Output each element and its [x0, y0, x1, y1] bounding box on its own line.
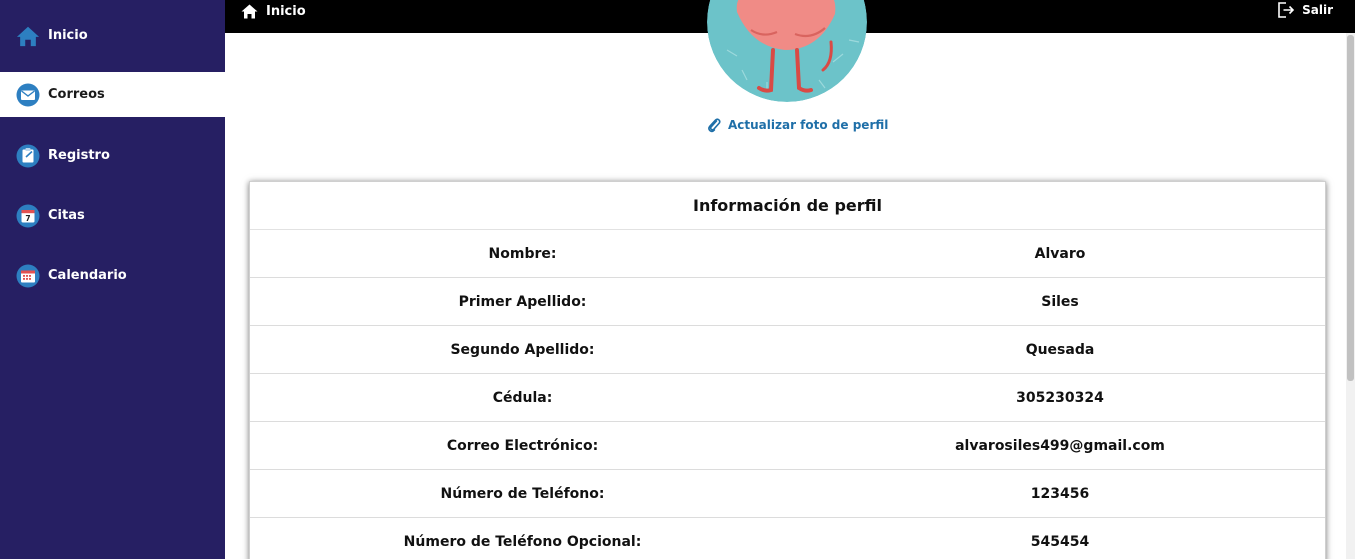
- sidebar-item-registro[interactable]: Registro: [0, 133, 225, 178]
- table-row: Primer Apellido: Siles: [250, 278, 1325, 326]
- field-label: Nombre:: [488, 245, 557, 262]
- topbar-home-link[interactable]: Inicio: [241, 4, 306, 19]
- svg-text:7: 7: [25, 213, 30, 222]
- field-label: Número de Teléfono:: [440, 485, 605, 502]
- vertical-scrollbar[interactable]: [1346, 33, 1355, 559]
- field-label: Número de Teléfono Opcional:: [403, 533, 642, 550]
- profile-info-title: Información de perfil: [250, 182, 1325, 230]
- field-value: Siles: [1041, 293, 1079, 310]
- sidebar-item-label: Inicio: [48, 28, 88, 43]
- sidebar-item-label: Citas: [48, 208, 85, 223]
- update-profile-photo-link[interactable]: Actualizar foto de perfil: [707, 117, 888, 133]
- field-label: Correo Electrónico:: [446, 437, 599, 454]
- table-row: Número de Teléfono: 123456: [250, 470, 1325, 518]
- update-photo-label: Actualizar foto de perfil: [728, 118, 889, 132]
- field-value: 305230324: [1016, 389, 1104, 406]
- field-label: Cédula:: [492, 389, 553, 406]
- sidebar-item-citas[interactable]: 7 Citas: [0, 193, 225, 238]
- field-value: Quesada: [1025, 341, 1095, 358]
- sidebar-item-label: Correos: [48, 87, 105, 102]
- logout-button[interactable]: Salir: [1277, 1, 1333, 19]
- sidebar-item-correos[interactable]: Correos: [0, 72, 225, 117]
- field-label: Primer Apellido:: [458, 293, 587, 310]
- field-value: 123456: [1030, 485, 1090, 502]
- sidebar-item-label: Registro: [48, 148, 110, 163]
- profile-avatar: [707, 0, 867, 102]
- table-row: Cédula: 305230324: [250, 374, 1325, 422]
- sidebar: Inicio Correos Registro 7 Citas Calendar…: [0, 0, 225, 559]
- sidebar-item-inicio[interactable]: Inicio: [0, 13, 225, 58]
- table-row: Segundo Apellido: Quesada: [250, 326, 1325, 374]
- home-icon: [16, 24, 40, 48]
- sidebar-item-label: Calendario: [48, 268, 127, 283]
- home-icon: [241, 4, 258, 19]
- scrollbar-thumb[interactable]: [1347, 35, 1354, 381]
- field-value: 545454: [1030, 533, 1090, 550]
- calendar-icon: [16, 264, 40, 288]
- field-value: alvarosiles499@gmail.com: [955, 437, 1165, 454]
- paperclip-icon: [708, 118, 721, 133]
- table-row: Correo Electrónico: alvarosiles499@gmail…: [250, 422, 1325, 470]
- table-row: Número de Teléfono Opcional: 545454: [250, 518, 1325, 559]
- field-label: Segundo Apellido:: [450, 341, 595, 358]
- profile-info-card: Información de perfil Nombre: Alvaro Pri…: [249, 181, 1326, 559]
- logout-icon: [1278, 2, 1295, 18]
- table-row: Nombre: Alvaro: [250, 230, 1325, 278]
- clipboard-icon: [16, 144, 40, 168]
- topbar-home-label: Inicio: [266, 4, 306, 19]
- sidebar-item-calendario[interactable]: Calendario: [0, 253, 225, 298]
- field-value: Alvaro: [1034, 245, 1086, 262]
- calendar-7-icon: 7: [16, 204, 40, 228]
- mail-icon: [16, 83, 40, 107]
- logout-label: Salir: [1302, 3, 1333, 17]
